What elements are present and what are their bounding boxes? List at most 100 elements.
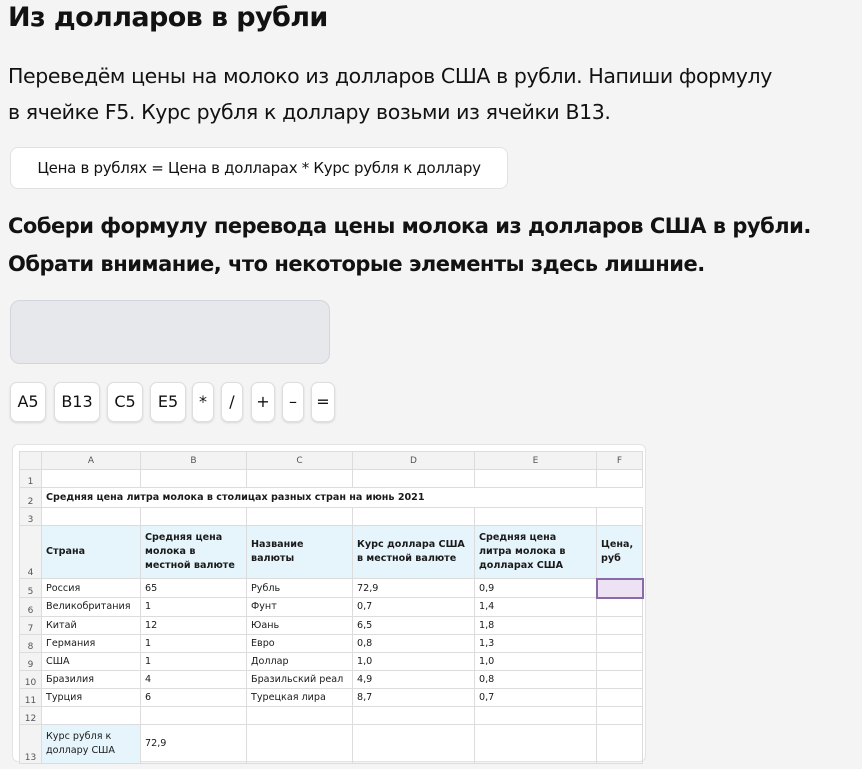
cell-country: Турция [41, 687, 141, 707]
table-row: 10 Бразилия 4 Бразильский реал 4,9 0,8 [19, 669, 643, 689]
table-title: Средняя цена литра молока в столицах раз… [41, 487, 643, 508]
cell-local-price: 4 [140, 669, 247, 689]
token-e5[interactable]: E5 [150, 382, 186, 422]
cell-country: Великобритания [41, 597, 141, 617]
cell [140, 469, 247, 488]
cell-rub-price [596, 615, 643, 635]
cell-usd-price: 0,9 [474, 578, 597, 598]
cell [41, 705, 141, 725]
token-b13[interactable]: B13 [54, 382, 100, 422]
column-header-b: B [140, 451, 247, 470]
row-number: 11 [19, 687, 42, 707]
description-line-2: в ячейке F5. Курс рубля к доллару возьми… [8, 100, 611, 124]
cell-usd-price: 1,4 [474, 597, 597, 617]
cell [41, 469, 141, 488]
cell [246, 723, 353, 764]
token-multiply[interactable]: * [192, 382, 214, 422]
table-row: 6 Великобритания 1 Фунт 0,7 1,4 [19, 597, 643, 617]
cell-f5-selected[interactable] [595, 577, 644, 599]
table-row: 7 Китай 12 Юань 6,5 1,8 [19, 615, 643, 635]
cell-local-price: 1 [140, 651, 247, 671]
cell [474, 705, 597, 725]
cell-usd-rate: 0,7 [352, 597, 475, 617]
cell-local-price: 1 [140, 597, 247, 617]
cell [596, 507, 643, 526]
column-header-a: A [41, 451, 141, 470]
cell [474, 507, 597, 526]
spreadsheet: A B C D E F 1 2 Средняя цена литра молок… [19, 451, 644, 764]
cell-rub-price [596, 651, 643, 671]
cell [474, 469, 597, 488]
row-number: 5 [19, 578, 42, 598]
cell-country: Китай [41, 615, 141, 635]
header-rub-price: Цена, руб [596, 525, 643, 579]
row-number: 9 [19, 651, 42, 671]
cell-rub-price [596, 687, 643, 707]
sheet-row-3: 3 [19, 507, 643, 526]
row-number: 12 [19, 705, 42, 725]
table-row: 9 США 1 Доллар 1,0 1,0 [19, 651, 643, 671]
rate-value-b13: 72,9 [140, 723, 247, 764]
task-description: Переведём цены на молоко из долларов США… [8, 58, 858, 130]
cell-currency: Фунт [246, 597, 353, 617]
rate-row: 13 Курс рубля к доллару США 72,9 [19, 723, 643, 764]
spreadsheet-image: A B C D E F 1 2 Средняя цена литра молок… [12, 444, 646, 764]
cell-currency: Турецкая лира [246, 687, 353, 707]
header-row: 4 Страна Средняя цена молока в местной в… [19, 525, 643, 579]
formula-hint: Цена в рублях = Цена в долларах * Курс р… [10, 147, 508, 189]
description-line-1: Переведём цены на молоко из долларов США… [8, 64, 772, 88]
cell-usd-price: 1,0 [474, 651, 597, 671]
cell-usd-rate: 72,9 [352, 578, 475, 598]
column-header-row: A B C D E F [19, 451, 643, 470]
cell-local-price: 65 [140, 578, 247, 598]
cell-local-price: 6 [140, 687, 247, 707]
cell-usd-price: 1,8 [474, 615, 597, 635]
row-number: 10 [19, 669, 42, 689]
cell [352, 705, 475, 725]
cell-usd-rate: 4,9 [352, 669, 475, 689]
token-minus[interactable]: – [282, 382, 304, 422]
token-plus[interactable]: + [251, 382, 275, 422]
task-instruction: Собери формулу перевода цены молока из д… [8, 207, 858, 283]
token-divide[interactable]: / [221, 382, 243, 422]
cell [596, 705, 643, 725]
page-title: Из долларов в рубли [8, 2, 328, 33]
cell-usd-price: 1,3 [474, 633, 597, 653]
cell [352, 723, 475, 764]
column-header-d: D [352, 451, 475, 470]
header-currency: Название валюты [246, 525, 353, 579]
cell [246, 469, 353, 488]
row-number: 2 [19, 487, 42, 508]
column-header-c: C [246, 451, 353, 470]
cell-country: Бразилия [41, 669, 141, 689]
cell-usd-rate: 6,5 [352, 615, 475, 635]
header-local-price: Средняя цена молока в местной валюте [140, 525, 247, 579]
row-number: 4 [19, 525, 42, 579]
cell-rub-price [596, 669, 643, 689]
cell [352, 507, 475, 526]
cell [41, 507, 141, 526]
cell [352, 469, 475, 488]
token-c5[interactable]: C5 [107, 382, 143, 422]
header-usd-price: Средняя цена литра молока в долларах США [474, 525, 597, 579]
cell-rub-price [596, 633, 643, 653]
sheet-row-2: 2 Средняя цена литра молока в столицах р… [19, 487, 643, 508]
cell-local-price: 12 [140, 615, 247, 635]
row-number: 1 [19, 469, 42, 488]
cell [596, 723, 643, 764]
cell-currency: Рубль [246, 578, 353, 598]
cell-country: США [41, 651, 141, 671]
header-country: Страна [41, 525, 141, 579]
cell-currency: Юань [246, 615, 353, 635]
token-a5[interactable]: A5 [10, 382, 46, 422]
answer-drop-zone[interactable] [10, 300, 330, 364]
cell [140, 507, 247, 526]
sheet-row-12: 12 [19, 705, 643, 725]
row-number: 7 [19, 615, 42, 635]
cell-usd-price: 0,7 [474, 687, 597, 707]
cell-rub-price [596, 597, 643, 617]
corner-cell [19, 451, 42, 470]
token-equals[interactable]: = [311, 382, 335, 422]
sheet-row-1: 1 [19, 469, 643, 488]
table-row: 5 Россия 65 Рубль 72,9 0,9 [19, 577, 644, 599]
